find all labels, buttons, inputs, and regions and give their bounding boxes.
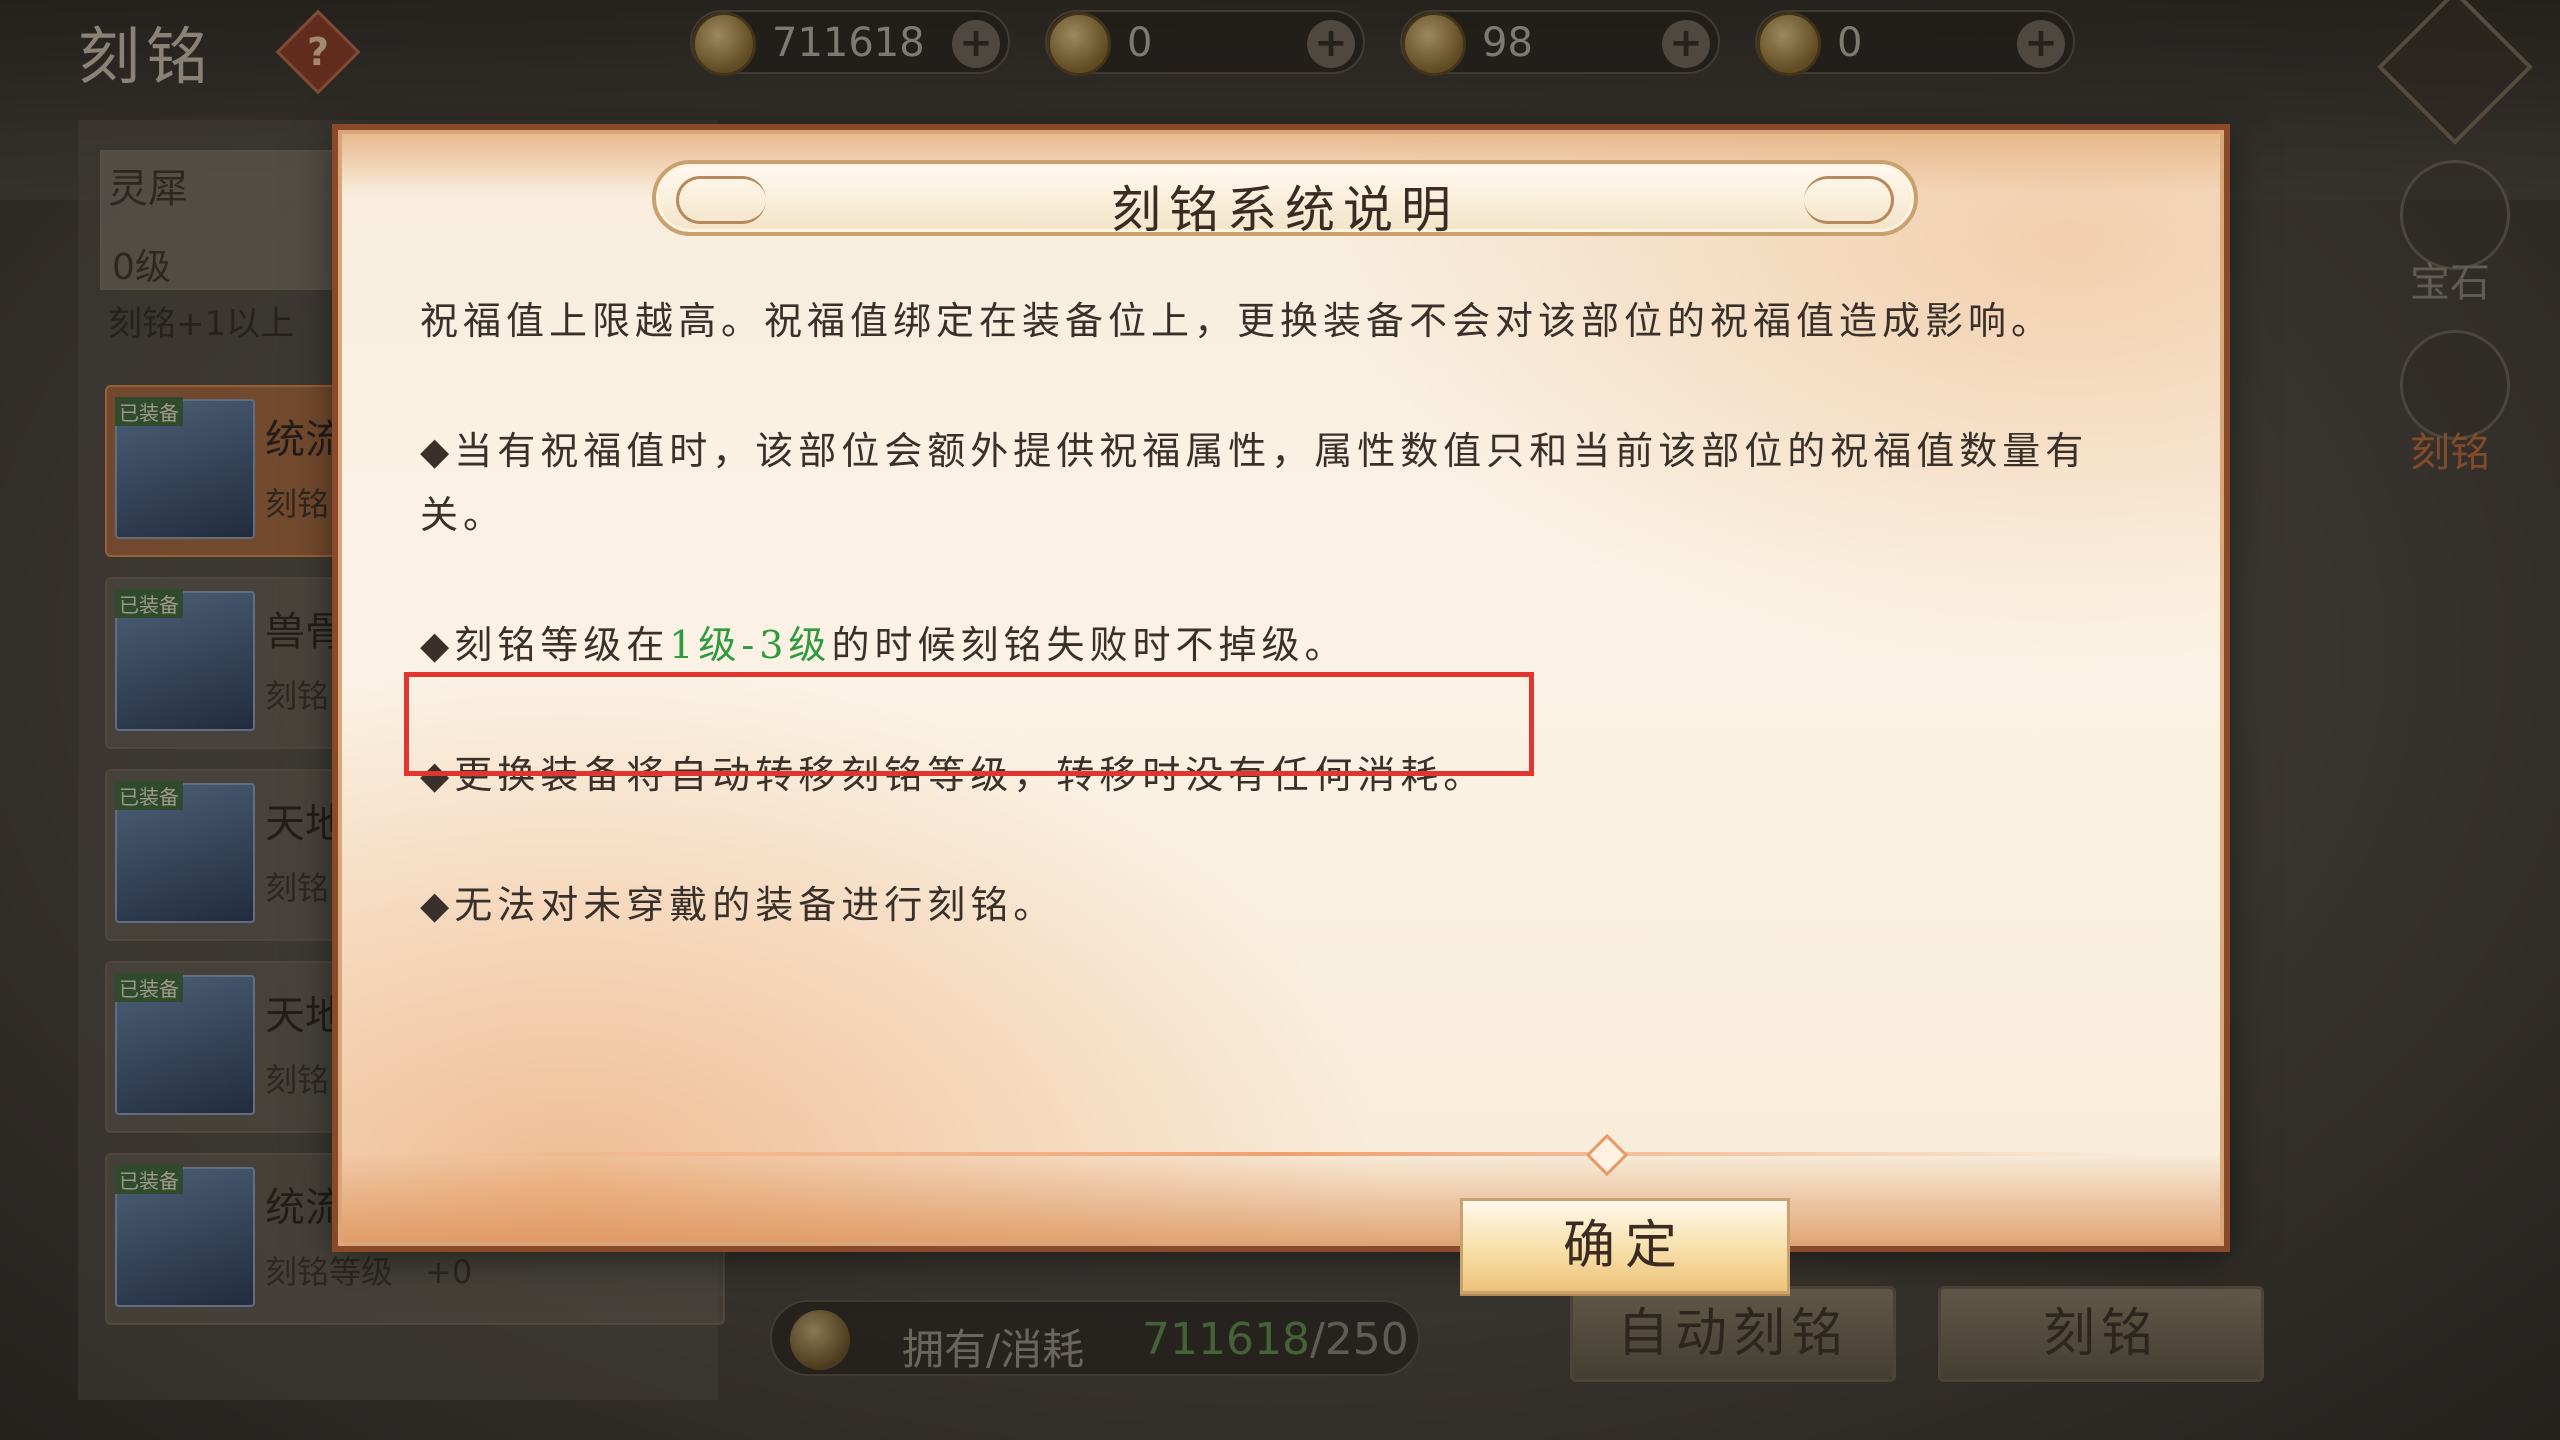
level-range: 1级-3级 (669, 623, 832, 667)
rule-suffix: 的时候刻铭失败时不掉级。 (831, 623, 1348, 667)
rule-text: ◆当有祝福值时，该部位会额外提供祝福属性，属性数值只和当前该部位的祝福值数量有关… (420, 429, 2089, 537)
dialog-body: 祝福值上限越高。祝福值绑定在装备位上，更换装备不会对该部位的祝福值造成影响。 ◆… (420, 289, 2140, 1003)
rule-text-highlighted: ◆刻铭等级在1级-3级的时候刻铭失败时不掉级。 (420, 613, 2140, 677)
dialog-title-plate: 刻铭系统说明 (652, 160, 1918, 239)
dialog-divider (422, 1152, 2142, 1156)
rule-text: ◆无法对未穿戴的装备进行刻铭。 (420, 883, 1057, 927)
dialog-bottom-decoration (342, 1152, 2220, 1242)
dialog-title: 刻铭系统说明 (1111, 181, 1459, 239)
confirm-button[interactable]: 确定 (1460, 1198, 1790, 1294)
rule-text: 祝福值上限越高。祝福值绑定在装备位上，更换装备不会对该部位的祝福值造成影响。 (420, 299, 2055, 343)
annotation-highlight-box (404, 672, 1534, 776)
rule-prefix: ◆刻铭等级在 (420, 623, 670, 667)
